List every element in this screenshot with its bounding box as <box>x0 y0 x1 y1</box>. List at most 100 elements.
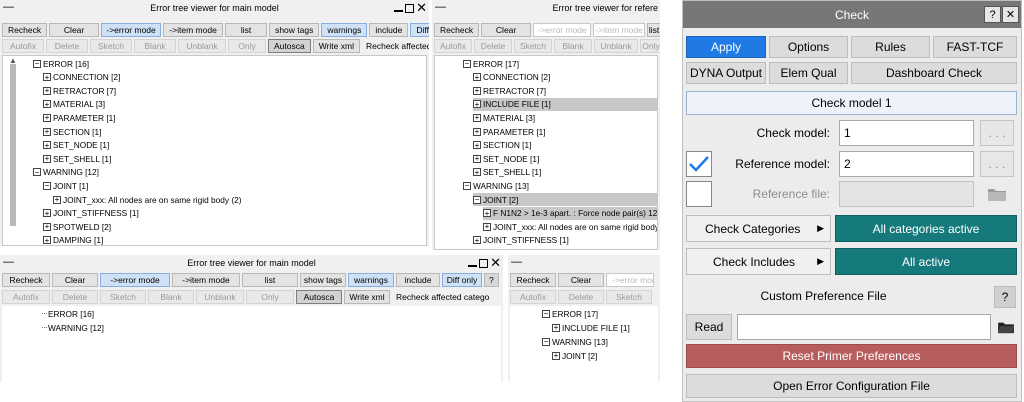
tree-item[interactable]: + JOINT_xxx: All nodes are on same rigid … <box>53 193 241 206</box>
folder-icon[interactable] <box>993 314 1019 340</box>
custom-preference-help-button[interactable]: ? <box>994 286 1016 308</box>
tree-item[interactable]: + CONNECTION [2] <box>473 71 550 84</box>
expand-icon[interactable]: + <box>43 222 51 231</box>
include-button[interactable]: include <box>396 273 440 287</box>
tab-fast-tcf[interactable]: FAST-TCF <box>933 36 1017 58</box>
tree-item[interactable]: + SET_NODE [1] <box>473 152 539 165</box>
item-mode-button[interactable]: ->item mode <box>163 23 224 37</box>
sketch-button[interactable]: Sketch <box>90 39 132 53</box>
autoscale-button[interactable]: Autosca <box>268 39 311 53</box>
recheck-affected-label[interactable]: Recheck affected catego <box>362 39 429 53</box>
close-icon[interactable]: ✕ <box>416 1 427 14</box>
show-tags-button[interactable]: show tags <box>269 23 320 37</box>
all-categories-active-button[interactable]: All categories active <box>835 215 1017 242</box>
list-button[interactable]: list <box>647 23 660 37</box>
item-mode-button[interactable]: ->item mode <box>593 23 646 37</box>
expand-icon[interactable]: + <box>473 236 481 245</box>
read-button[interactable]: Read <box>686 314 732 340</box>
tree-item[interactable]: − ERROR [17] <box>463 57 519 70</box>
expand-icon[interactable]: + <box>483 222 491 231</box>
list-button[interactable]: list <box>225 23 268 37</box>
tab-options[interactable]: Options <box>769 36 848 58</box>
expand-icon[interactable]: + <box>473 100 481 109</box>
folder-icon[interactable] <box>984 181 1010 207</box>
expand-icon[interactable]: + <box>43 127 51 136</box>
tree-item[interactable]: + RETRACTOR [7] <box>473 84 546 97</box>
tree-item[interactable]: − JOINT [2] <box>473 193 657 206</box>
window-titlebar[interactable]: — Error tree viewer for main model ✕ <box>0 0 429 16</box>
error-mode-button[interactable]: ->error mode <box>606 273 654 287</box>
collapse-icon[interactable]: − <box>542 337 550 346</box>
maximize-icon[interactable] <box>405 3 415 13</box>
expand-icon[interactable]: + <box>473 154 481 163</box>
check-includes-button[interactable]: Check Includes ▶ <box>686 248 831 275</box>
only-button[interactable]: Only <box>246 290 294 304</box>
expand-icon[interactable]: + <box>473 86 481 95</box>
reference-file-input[interactable] <box>839 181 974 207</box>
recheck-button[interactable]: Recheck <box>510 273 556 287</box>
collapse-icon[interactable]: − <box>43 181 51 190</box>
blank-button[interactable]: Blank <box>148 290 194 304</box>
sketch-button[interactable]: Sketch <box>606 290 652 304</box>
reference-model-input[interactable]: 2 <box>839 151 974 177</box>
expand-icon[interactable]: + <box>43 236 51 245</box>
window-titlebar[interactable]: — Error tree viewer for main model ✕ <box>0 255 503 271</box>
minimize-icon[interactable] <box>394 10 404 12</box>
diff-only-button[interactable]: Diff only <box>410 23 429 37</box>
error-tree[interactable]: ▲ − ERROR [16] + CONNECTION [2] + RETRACTOR [… <box>2 55 427 246</box>
tree-item[interactable]: + PARAMETER [1] <box>473 125 546 138</box>
diff-only-button[interactable]: Diff only <box>442 273 482 287</box>
collapse-icon[interactable]: − <box>542 309 550 318</box>
expand-icon[interactable]: + <box>552 323 560 332</box>
all-active-button[interactable]: All active <box>835 248 1017 275</box>
help-icon[interactable]: ? <box>984 6 1001 23</box>
tree-item[interactable]: + RETRACTOR [7] <box>43 84 116 97</box>
collapse-icon[interactable]: — <box>3 256 14 268</box>
expand-icon[interactable]: + <box>473 141 481 150</box>
tab-elem-qual[interactable]: Elem Qual <box>769 62 848 84</box>
tree-item[interactable]: − WARNING [13] <box>542 335 608 348</box>
reference-file-checkbox[interactable] <box>686 181 712 207</box>
clear-button[interactable]: Clear <box>558 273 604 287</box>
collapse-icon[interactable]: − <box>33 168 41 177</box>
expand-icon[interactable]: + <box>473 127 481 136</box>
maximize-icon[interactable] <box>479 258 489 268</box>
tree-item[interactable]: + PARAMETER [1] <box>43 111 116 124</box>
autofix-button[interactable]: Autofix <box>510 290 556 304</box>
write-xml-button[interactable]: Write xml <box>312 39 360 53</box>
expand-icon[interactable]: + <box>53 195 61 204</box>
tree-item[interactable]: + INCLUDE FILE [1] <box>552 321 630 334</box>
tree-item[interactable]: + JOINT_xxx: All nodes are on same rigid … <box>483 220 657 233</box>
expand-icon[interactable]: + <box>473 73 481 82</box>
expand-icon[interactable]: + <box>473 113 481 122</box>
expand-icon[interactable]: + <box>43 209 51 218</box>
write-xml-button[interactable]: Write xml <box>344 290 390 304</box>
error-mode-button[interactable]: ->error mode <box>100 273 170 287</box>
expand-icon[interactable]: + <box>473 168 481 177</box>
tree-item[interactable]: + MATERIAL [3] <box>43 98 105 111</box>
expand-icon[interactable]: + <box>483 209 491 218</box>
autofix-button[interactable]: Autofix <box>2 290 50 304</box>
clear-button[interactable]: Clear <box>49 23 100 37</box>
tree-item[interactable]: + SECTION [1] <box>473 139 531 152</box>
autofix-button[interactable]: Autofix <box>2 39 44 53</box>
expand-icon[interactable]: + <box>552 351 560 360</box>
tree-item[interactable]: + JOINT_STIFFNESS [1] <box>473 234 569 247</box>
error-tree[interactable]: − ERROR [17] + CONNECTION [2] + RETRACTOR [7]… <box>434 55 658 250</box>
warnings-button[interactable]: warnings <box>321 23 368 37</box>
unblank-button[interactable]: Unblank <box>594 39 638 53</box>
tree-item[interactable]: WARNING [12] <box>42 321 104 334</box>
collapse-icon[interactable]: − <box>33 59 41 68</box>
blank-button[interactable]: Blank <box>554 39 592 53</box>
tab-apply[interactable]: Apply <box>686 36 766 58</box>
window-titlebar[interactable]: — Error tree viewer for refere <box>432 0 660 16</box>
unblank-button[interactable]: Unblank <box>178 39 226 53</box>
collapse-icon[interactable]: — <box>435 1 446 13</box>
preference-file-input[interactable] <box>737 314 991 340</box>
tree-item[interactable]: + SET_NODE [1] <box>43 139 109 152</box>
sketch-button[interactable]: Sketch <box>514 39 552 53</box>
expand-icon[interactable]: + <box>43 141 51 150</box>
sketch-button[interactable]: Sketch <box>100 290 146 304</box>
include-button[interactable]: include <box>369 23 409 37</box>
minimize-icon[interactable] <box>468 265 478 267</box>
